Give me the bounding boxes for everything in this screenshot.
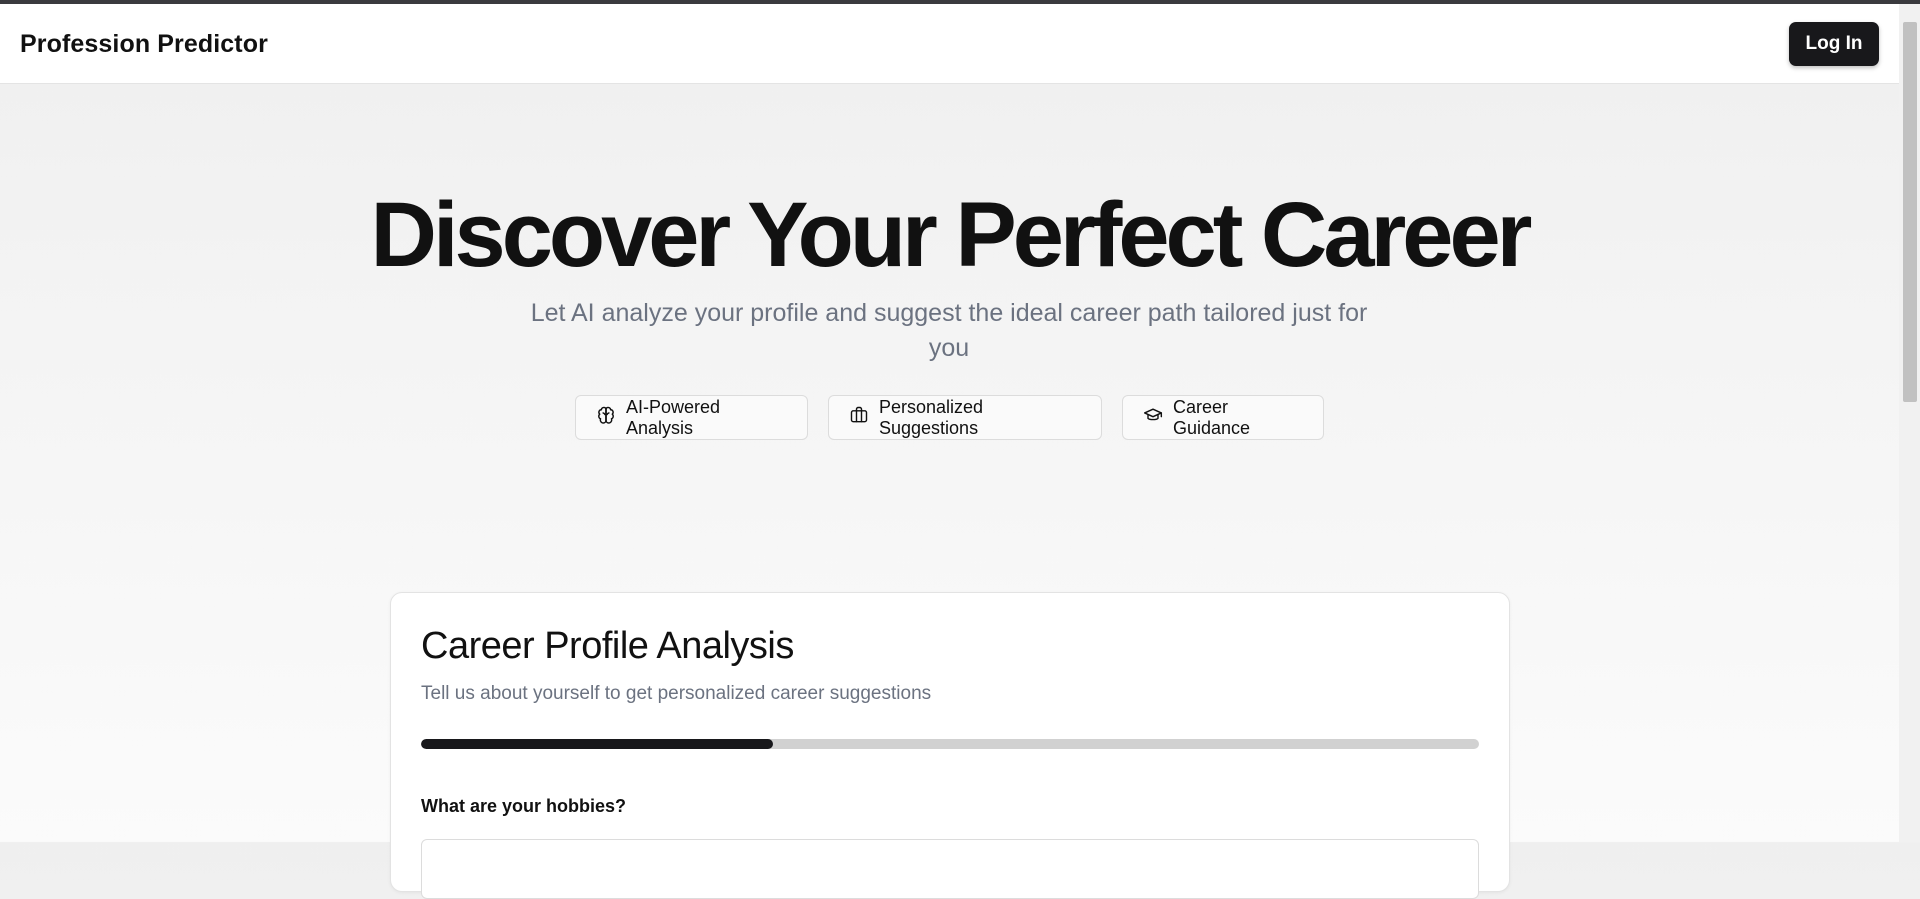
hero-subtitle: Let AI analyze your profile and suggest … [530, 299, 1368, 362]
login-button[interactable]: Log In [1789, 22, 1879, 66]
feature-chip-label: Career Guidance [1173, 396, 1251, 438]
feature-chip-guidance: Career Guidance [1122, 395, 1324, 440]
feature-chips: AI-Powered Analysis Personalized Suggest… [0, 395, 1899, 442]
feature-chip-ai-analysis: AI-Powered Analysis [575, 395, 808, 440]
brand-title[interactable]: Profession Predictor [20, 30, 268, 59]
progress-fill [421, 739, 774, 749]
navbar: Profession Predictor Log In [0, 4, 1899, 84]
card-title: Career Profile Analysis [421, 625, 794, 667]
career-profile-card: Career Profile Analysis Tell us about yo… [390, 592, 1510, 899]
hero-title: Discover Your Perfect Career [370, 184, 1533, 286]
hobbies-question-label: What are your hobbies? [421, 796, 627, 816]
briefcase-icon [849, 405, 869, 430]
brain-icon [596, 405, 616, 430]
graduation-cap-icon [1143, 405, 1163, 430]
feature-chip-label: AI-Powered Analysis [626, 396, 721, 438]
hobbies-input[interactable] [421, 839, 1479, 899]
feature-chip-personalized: Personalized Suggestions [828, 395, 1102, 440]
progress-bar [421, 739, 1479, 749]
card-subtitle: Tell us about yourself to get personaliz… [421, 683, 932, 704]
scrollbar-thumb[interactable] [1903, 22, 1917, 402]
feature-chip-label: Personalized Suggestions [879, 396, 984, 438]
